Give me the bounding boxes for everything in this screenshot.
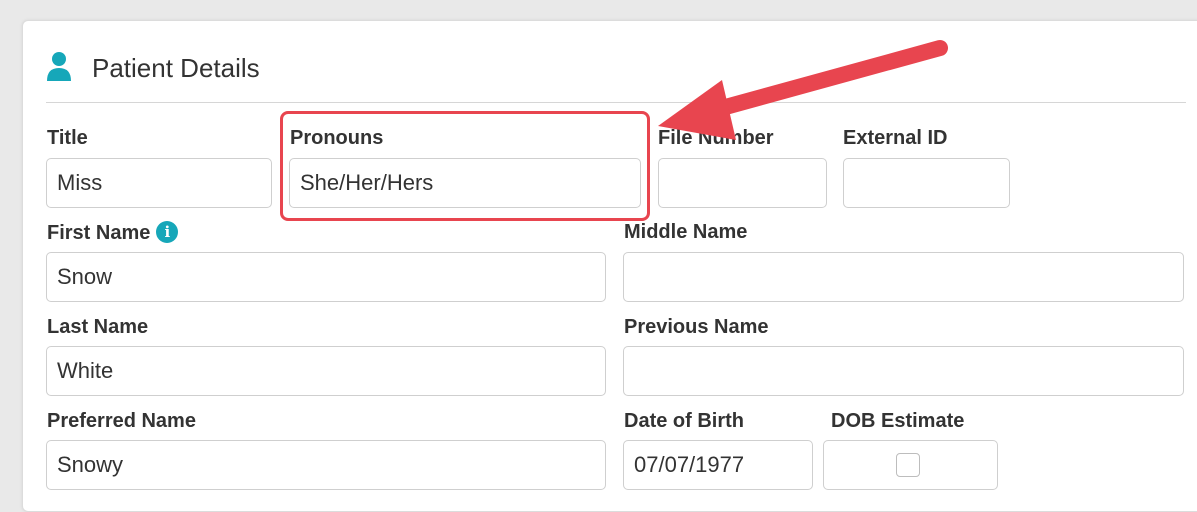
- last-name-label: Last Name: [47, 316, 149, 338]
- last-name-field[interactable]: White: [46, 346, 606, 396]
- info-icon[interactable]: i: [156, 221, 179, 243]
- title-label: Title: [47, 127, 88, 149]
- middle-name-label: Middle Name: [624, 221, 748, 243]
- first-name-label-row: First Name i: [47, 221, 179, 245]
- section-header: Patient Details: [46, 48, 260, 88]
- middle-name-field[interactable]: [623, 252, 1184, 302]
- dob-field[interactable]: 07/07/1977: [623, 440, 813, 490]
- last-name-value: White: [57, 358, 114, 383]
- callout-arrow-icon: [658, 40, 948, 140]
- preferred-name-label: Preferred Name: [47, 410, 196, 432]
- section-title: Patient Details: [92, 52, 260, 83]
- external-id-field[interactable]: [843, 158, 1010, 208]
- person-icon: [46, 51, 72, 85]
- file-number-field[interactable]: [658, 158, 827, 208]
- header-divider: [46, 102, 1186, 103]
- first-name-field[interactable]: Snow: [46, 252, 606, 302]
- first-name-label: First Name: [47, 222, 151, 244]
- pronouns-highlight-box: [280, 111, 650, 221]
- title-value: Miss: [57, 170, 103, 195]
- title-field[interactable]: Miss: [46, 158, 272, 208]
- dob-value: 07/07/1977: [634, 452, 745, 477]
- previous-name-label: Previous Name: [624, 316, 769, 338]
- dob-estimate-label: DOB Estimate: [831, 410, 965, 432]
- preferred-name-value: Snowy: [57, 452, 124, 477]
- first-name-value: Snow: [57, 264, 113, 289]
- previous-name-field[interactable]: [623, 346, 1184, 396]
- preferred-name-field[interactable]: Snowy: [46, 440, 606, 490]
- dob-estimate-checkbox[interactable]: [896, 453, 920, 477]
- dob-label: Date of Birth: [624, 410, 744, 432]
